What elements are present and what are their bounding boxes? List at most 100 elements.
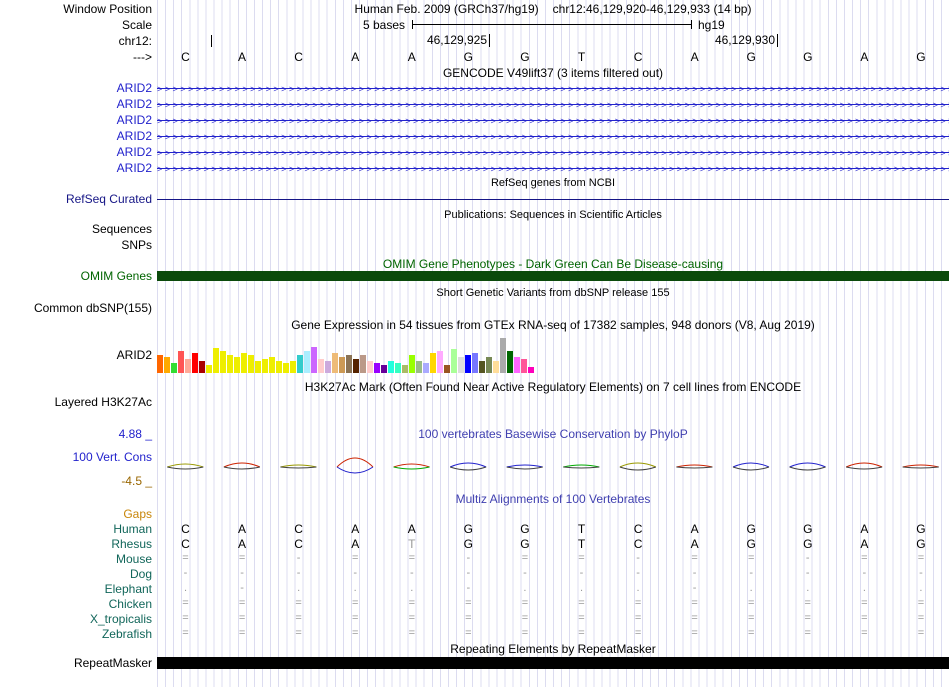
gtex-tissue-bar[interactable] xyxy=(332,353,338,373)
multiz-label-rhesus[interactable]: Rhesus xyxy=(0,537,152,551)
gtex-tissue-bar[interactable] xyxy=(388,361,394,373)
gene-model-arid2[interactable]: >>>>>>>>>>>>>>>>>>>>>>>>>>>>>>>>>>>>>>>>… xyxy=(157,145,949,160)
sequences-label[interactable]: Sequences xyxy=(0,222,152,236)
gtex-expression-chart[interactable] xyxy=(157,337,535,373)
gtex-tissue-bar[interactable] xyxy=(423,363,429,373)
gtex-tissue-bar[interactable] xyxy=(178,351,184,373)
multiz-row-zebrafish[interactable]: = = = = = = = = = = = = = = xyxy=(157,627,949,642)
gtex-tissue-bar[interactable] xyxy=(269,357,275,373)
dbsnp-label[interactable]: Common dbSNP(155) xyxy=(0,301,152,315)
gtex-tissue-bar[interactable] xyxy=(416,361,422,373)
gtex-tissue-bar[interactable] xyxy=(297,355,303,373)
phylop-wiggle-track[interactable] xyxy=(157,443,949,487)
multiz-label-gaps[interactable]: Gaps xyxy=(0,507,152,521)
gene-model-arid2[interactable]: >>>>>>>>>>>>>>>>>>>>>>>>>>>>>>>>>>>>>>>>… xyxy=(157,161,949,176)
conservation-label[interactable]: 100 Vert. Cons xyxy=(0,450,152,464)
gene-label-arid2[interactable]: ARID2 xyxy=(0,81,152,95)
gtex-tissue-bar[interactable] xyxy=(171,363,177,373)
repeatmasker-bar[interactable] xyxy=(157,657,949,669)
gtex-tissue-bar[interactable] xyxy=(395,363,401,373)
gtex-tissue-bar[interactable] xyxy=(451,349,457,373)
gtex-tissue-bar[interactable] xyxy=(367,361,373,373)
omim-genes-label[interactable]: OMIM Genes xyxy=(0,269,152,283)
gtex-tissue-bar[interactable] xyxy=(199,361,205,373)
gtex-tissue-bar[interactable] xyxy=(402,365,408,373)
multiz-label-dog[interactable]: Dog xyxy=(0,567,152,581)
gtex-tissue-bar[interactable] xyxy=(262,359,268,373)
gtex-tissue-bar[interactable] xyxy=(521,359,527,373)
gtex-tissue-bar[interactable] xyxy=(304,351,310,373)
gtex-tissue-bar[interactable] xyxy=(241,353,247,373)
gtex-tissue-bar[interactable] xyxy=(192,353,198,373)
gtex-tissue-bar[interactable] xyxy=(283,363,289,373)
gtex-tissue-bar[interactable] xyxy=(465,355,471,373)
multiz-row-rhesus[interactable]: CACATGGTCAGGAG xyxy=(157,537,949,552)
snps-label[interactable]: SNPs xyxy=(0,238,152,252)
multiz-label-chicken[interactable]: Chicken xyxy=(0,597,152,611)
gtex-tissue-bar[interactable] xyxy=(507,351,513,373)
multiz-row-x_tropicalis[interactable]: = = = = = = = = = = = = = = xyxy=(157,612,949,627)
h3k27ac-label[interactable]: Layered H3K27Ac xyxy=(0,395,152,409)
gtex-tissue-bar[interactable] xyxy=(213,348,219,373)
gtex-tissue-bar[interactable] xyxy=(472,353,478,373)
gtex-tissue-bar[interactable] xyxy=(346,355,352,373)
gtex-tissue-bar[interactable] xyxy=(206,365,212,373)
gtex-tissue-bar[interactable] xyxy=(220,351,226,373)
gtex-tissue-bar[interactable] xyxy=(360,355,366,373)
gtex-tissue-bar[interactable] xyxy=(528,367,534,373)
gene-model-arid2[interactable]: >>>>>>>>>>>>>>>>>>>>>>>>>>>>>>>>>>>>>>>>… xyxy=(157,97,949,112)
gene-label-arid2[interactable]: ARID2 xyxy=(0,161,152,175)
gtex-tissue-bar[interactable] xyxy=(437,351,443,373)
alignment-cell: = xyxy=(861,597,868,609)
gtex-tissue-bar[interactable] xyxy=(227,355,233,373)
repeatmasker-label[interactable]: RepeatMasker xyxy=(0,656,152,670)
gtex-tissue-bar[interactable] xyxy=(479,361,485,373)
refseq-curated-label[interactable]: RefSeq Curated xyxy=(0,192,152,206)
gtex-tissue-bar[interactable] xyxy=(514,357,520,373)
multiz-row-human[interactable]: CACAAGGTCAGGAG xyxy=(157,522,949,537)
gtex-tissue-bar[interactable] xyxy=(381,365,387,373)
gtex-tissue-bar[interactable] xyxy=(325,361,331,373)
gtex-tissue-bar[interactable] xyxy=(318,359,324,373)
gene-model-arid2[interactable]: >>>>>>>>>>>>>>>>>>>>>>>>>>>>>>>>>>>>>>>>… xyxy=(157,129,949,144)
multiz-row-mouse[interactable]: = = - = = - = = - = = - = = xyxy=(157,552,949,567)
gtex-tissue-bar[interactable] xyxy=(409,355,415,373)
multiz-label-elephant[interactable]: Elephant xyxy=(0,582,152,596)
gene-label-arid2[interactable]: ARID2 xyxy=(0,97,152,111)
multiz-row-elephant[interactable]: . -... -... -.... xyxy=(157,582,949,597)
gtex-tissue-bar[interactable] xyxy=(157,355,163,373)
gtex-gene-label[interactable]: ARID2 xyxy=(0,348,152,362)
gene-label-arid2[interactable]: ARID2 xyxy=(0,129,152,143)
gtex-tissue-bar[interactable] xyxy=(339,357,345,373)
multiz-label-mouse[interactable]: Mouse xyxy=(0,552,152,566)
alignment-cell: - xyxy=(523,567,527,579)
gene-label-arid2[interactable]: ARID2 xyxy=(0,145,152,159)
gene-model-arid2[interactable]: >>>>>>>>>>>>>>>>>>>>>>>>>>>>>>>>>>>>>>>>… xyxy=(157,81,949,96)
gtex-tissue-bar[interactable] xyxy=(164,357,170,373)
multiz-row-dog[interactable]: -------------- xyxy=(157,567,949,582)
gtex-tissue-bar[interactable] xyxy=(276,361,282,373)
gtex-tissue-bar[interactable] xyxy=(234,357,240,373)
gtex-tissue-bar[interactable] xyxy=(444,365,450,373)
gtex-tissue-bar[interactable] xyxy=(311,347,317,373)
multiz-label-x_tropicalis[interactable]: X_tropicalis xyxy=(0,612,152,626)
gtex-title: Gene Expression in 54 tissues from GTEx … xyxy=(291,318,815,332)
multiz-label-human[interactable]: Human xyxy=(0,522,152,536)
gtex-tissue-bar[interactable] xyxy=(430,353,436,373)
multiz-label-zebrafish[interactable]: Zebrafish xyxy=(0,627,152,641)
gtex-tissue-bar[interactable] xyxy=(255,361,261,373)
multiz-row-chicken[interactable]: = = = = = = = = = = = = = = xyxy=(157,597,949,612)
gene-label-arid2[interactable]: ARID2 xyxy=(0,113,152,127)
gtex-tissue-bar[interactable] xyxy=(353,359,359,373)
gene-model-arid2[interactable]: >>>>>>>>>>>>>>>>>>>>>>>>>>>>>>>>>>>>>>>>… xyxy=(157,113,949,128)
gtex-tissue-bar[interactable] xyxy=(374,363,380,373)
gtex-tissue-bar[interactable] xyxy=(185,359,191,373)
gtex-tissue-bar[interactable] xyxy=(500,338,506,373)
gtex-tissue-bar[interactable] xyxy=(486,357,492,373)
omim-gene-bar[interactable] xyxy=(157,271,949,281)
refseq-gene-line[interactable] xyxy=(157,199,949,200)
gtex-tissue-bar[interactable] xyxy=(248,355,254,373)
gtex-tissue-bar[interactable] xyxy=(290,361,296,373)
gtex-tissue-bar[interactable] xyxy=(458,357,464,373)
gtex-tissue-bar[interactable] xyxy=(493,361,499,373)
